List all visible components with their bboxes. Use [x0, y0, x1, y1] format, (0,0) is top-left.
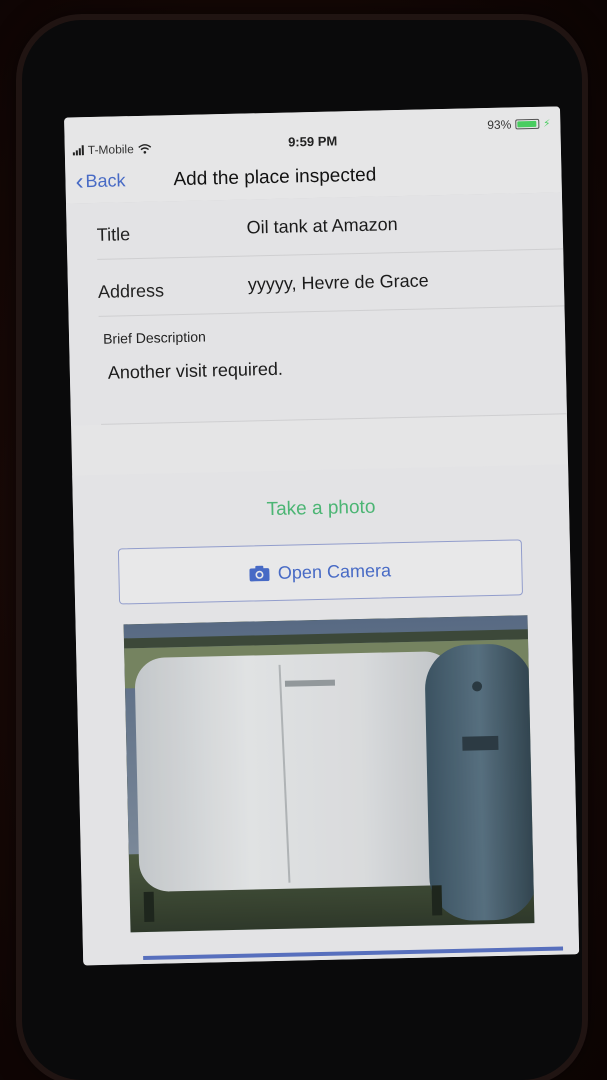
- address-row[interactable]: Address yyyyy, Hevre de Grace: [97, 249, 565, 317]
- photo-section: Take a photo Open Camera: [72, 464, 580, 966]
- back-button[interactable]: ‹ Back: [75, 167, 126, 195]
- camera-icon: [249, 565, 271, 582]
- page-title: Add the place inspected: [173, 164, 377, 191]
- wifi-icon: [138, 144, 152, 154]
- take-photo-heading: Take a photo: [266, 496, 376, 521]
- inspection-form: Title Oil tank at Amazon Address yyyyy, …: [66, 192, 567, 426]
- back-label: Back: [85, 170, 126, 192]
- address-field[interactable]: yyyyy, Hevre de Grace: [248, 270, 429, 295]
- battery-percent: 93%: [487, 117, 512, 133]
- battery-level-fill: [517, 120, 536, 128]
- carrier-name: T-Mobile: [87, 142, 134, 158]
- title-label: Title: [96, 223, 131, 245]
- open-camera-label: Open Camera: [277, 559, 392, 583]
- title-field[interactable]: Oil tank at Amazon: [246, 214, 398, 238]
- address-label: Address: [97, 279, 165, 302]
- description-label: Brief Description: [102, 328, 206, 347]
- open-camera-button[interactable]: Open Camera: [117, 539, 524, 605]
- chevron-left-icon: ‹: [75, 167, 84, 195]
- charging-icon: ⚡: [543, 118, 551, 130]
- battery-group: 93% ⚡: [487, 117, 550, 132]
- description-section[interactable]: Brief Description Another visit required…: [98, 306, 567, 425]
- status-time: 9:59 PM: [287, 133, 338, 150]
- battery-icon: [515, 118, 540, 130]
- app-screen: T-Mobile 9:59 PM 93% ⚡ ‹ Back Add the pl…: [64, 106, 580, 966]
- oil-tank-photo: [123, 615, 535, 933]
- signal-icon: [72, 145, 84, 156]
- title-row[interactable]: Title Oil tank at Amazon: [96, 192, 564, 260]
- photo-image: [123, 615, 535, 933]
- description-field[interactable]: Another visit required.: [100, 352, 566, 384]
